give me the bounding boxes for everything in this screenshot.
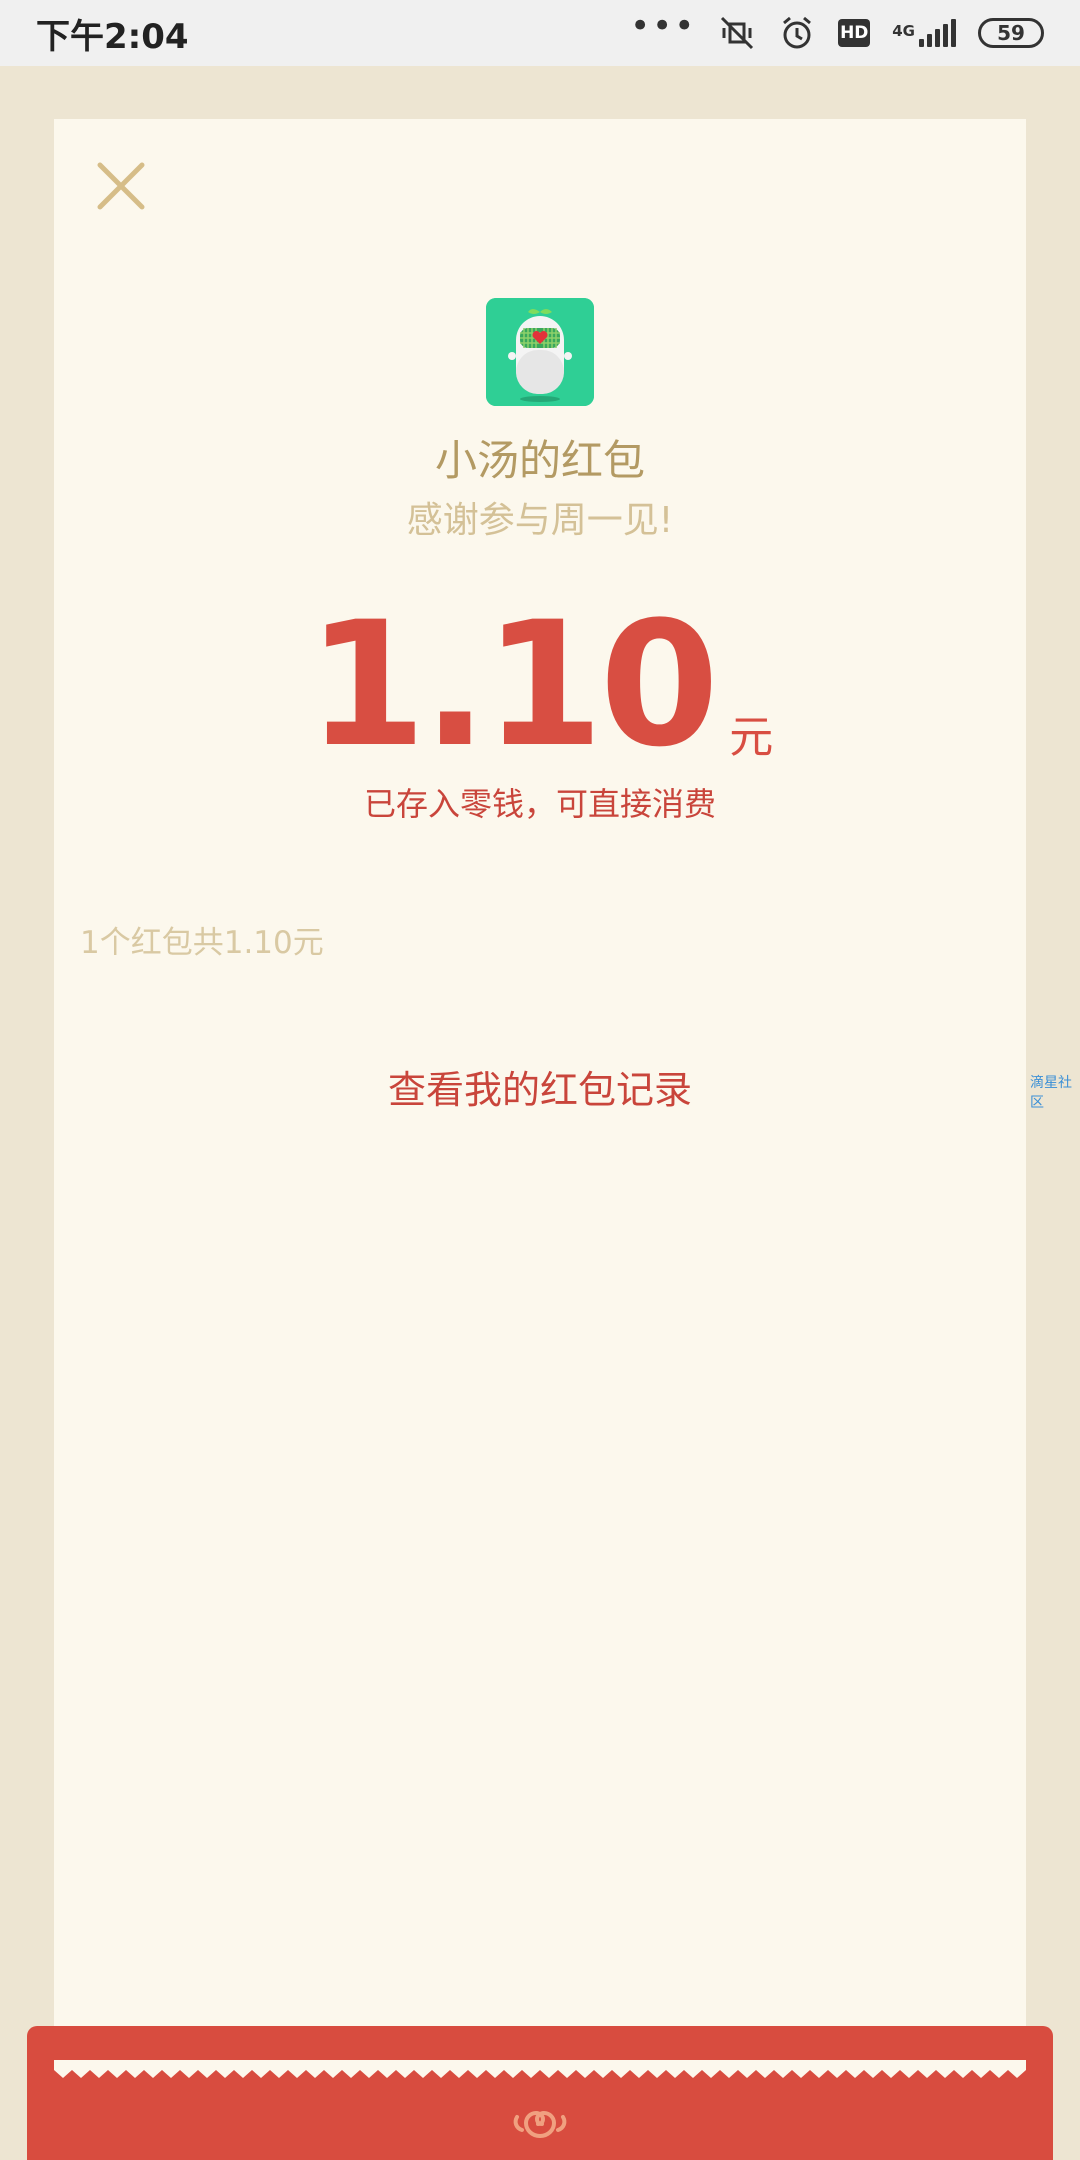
- view-records-link[interactable]: 查看我的红包记录: [54, 1059, 1026, 1114]
- network-type-label: 4G: [892, 22, 915, 40]
- packet-summary: 1个红包共1.10元: [80, 925, 324, 961]
- stored-note: 已存入零钱，可直接消费: [363, 785, 716, 823]
- status-time: 下午2:04: [36, 16, 189, 57]
- alarm-icon: [778, 14, 816, 52]
- status-icons: ••• HD 4G 59: [630, 9, 1044, 52]
- red-packet-card: 小汤的红包 感谢参与周一见! 1.10 元 已存入零钱，可直接消费 1个红包共1…: [54, 119, 1026, 2129]
- more-notifications-icon: •••: [630, 6, 697, 46]
- robot-avatar-icon: [486, 298, 594, 406]
- amount-value: 1.10: [306, 584, 719, 785]
- amount-unit: 元: [729, 712, 774, 763]
- vibrate-mute-icon: [718, 14, 756, 52]
- zigzag-edge: [54, 2060, 1026, 2078]
- amount-row: 1.10 元: [54, 599, 1026, 771]
- signal-icon: 4G: [892, 19, 956, 47]
- battery-indicator: 59: [978, 18, 1044, 48]
- community-side-link[interactable]: 滴星社区: [1030, 1072, 1080, 1112]
- sender-title: 小汤的红包: [434, 436, 645, 485]
- swirl-cloud-icon: [513, 2110, 567, 2138]
- hd-voice-icon: HD: [838, 19, 871, 47]
- greeting-message: 感谢参与周一见!: [406, 500, 674, 541]
- sender-avatar: [486, 298, 594, 406]
- status-bar: 下午2:04 ••• HD 4G 59: [0, 0, 1080, 66]
- close-button[interactable]: [92, 157, 150, 215]
- close-icon: [97, 162, 145, 210]
